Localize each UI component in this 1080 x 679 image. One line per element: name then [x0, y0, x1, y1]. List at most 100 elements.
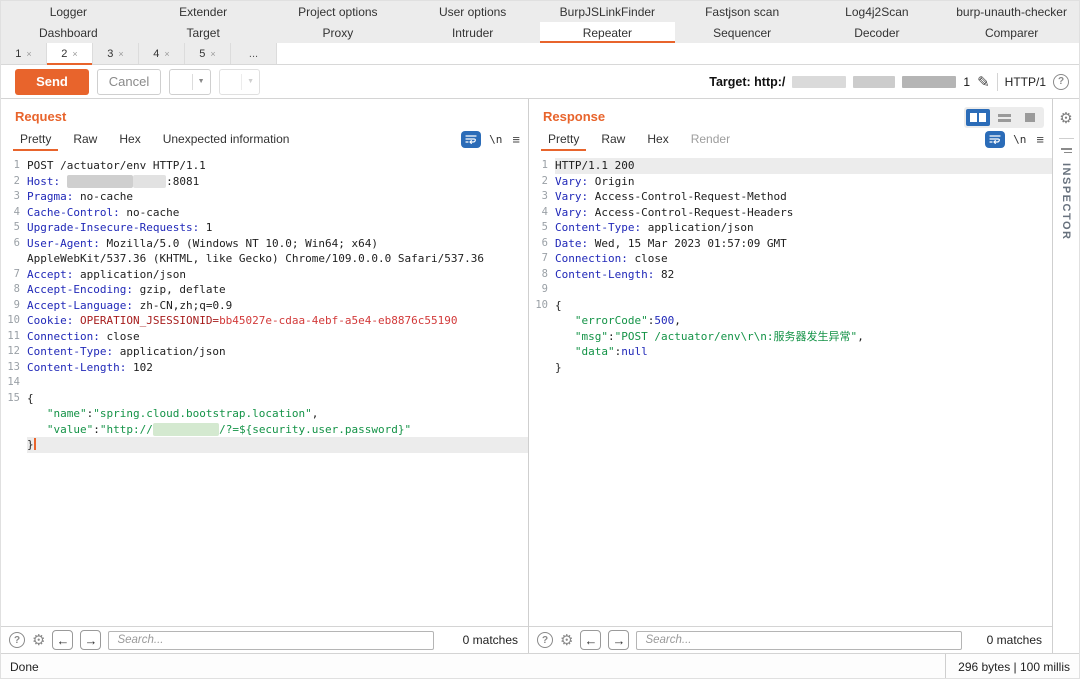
request-tab-unexpected-information[interactable]: Unexpected information [152, 127, 301, 151]
request-search-bar: ? ⚙ ← → 0 matches [1, 626, 528, 653]
show-newlines-icon[interactable]: \n [1013, 133, 1026, 146]
repeater-tab-3[interactable]: 3 × [93, 43, 139, 64]
tab-burpjslinkfinder[interactable]: BurpJSLinkFinder [540, 1, 675, 22]
repeater-tab-4[interactable]: 4 × [139, 43, 185, 64]
code-line: 1 POST /actuator/env HTTP/1.1 [1, 158, 528, 174]
code-line: 10 Cookie: OPERATION_JSESSIONID=bb45027e-… [1, 313, 528, 329]
repeater-tab-label: ... [248, 47, 259, 60]
code-line: 1 HTTP/1.1 200 [529, 158, 1052, 174]
close-tab-icon[interactable]: × [26, 49, 31, 59]
word-wrap-icon[interactable] [985, 130, 1006, 148]
code-line: "msg":"POST /actuator/env\r\n:服务器发生异常", [529, 329, 1052, 345]
editor-menu-icon[interactable]: ≡ [1036, 132, 1044, 147]
repeater-tab-1[interactable]: 1 × [1, 43, 47, 64]
request-title: Request [15, 109, 67, 124]
line-number: 4 [13, 205, 20, 218]
tab-dashboard[interactable]: Dashboard [1, 22, 136, 43]
code-text: Vary: Access-Control-Request-Method [555, 190, 787, 203]
search-prev-button[interactable]: ← [52, 630, 74, 650]
code-line: 4 Vary: Access-Control-Request-Headers [529, 205, 1052, 221]
search-next-button[interactable]: → [608, 630, 630, 650]
line-number [529, 344, 555, 360]
chevron-down-icon[interactable]: ▼ [241, 73, 259, 90]
tab-comparer[interactable]: Comparer [944, 22, 1079, 43]
show-newlines-icon[interactable]: \n [489, 133, 502, 146]
code-line: 8 Accept-Encoding: gzip, deflate [1, 282, 528, 298]
line-number: 12 [7, 345, 20, 357]
rows-layout-icon[interactable] [992, 109, 1016, 126]
editor-menu-icon[interactable]: ≡ [512, 132, 520, 147]
code-text: Accept: application/json [27, 267, 186, 281]
code-text: Content-Length: 102 [27, 360, 153, 374]
close-tab-icon[interactable]: × [164, 49, 169, 59]
response-tab-pretty[interactable]: Pretty [537, 127, 590, 151]
code-text: Cache-Control: no-cache [27, 205, 180, 219]
collapse-panel-icon[interactable] [1060, 148, 1072, 154]
search-next-button[interactable]: → [80, 630, 102, 650]
tab-repeater[interactable]: Repeater [540, 22, 675, 43]
line-number: 7 [541, 252, 548, 264]
divider [996, 72, 998, 91]
request-panel: Request Pretty Raw Hex Unexpected inform… [1, 99, 529, 653]
tab-log4j2scan[interactable]: Log4j2Scan [810, 1, 945, 22]
tab-extender[interactable]: Extender [136, 1, 271, 22]
search-help-icon[interactable]: ? [537, 632, 553, 648]
response-tab-raw[interactable]: Raw [590, 127, 636, 151]
request-editor[interactable]: 1 POST /actuator/env HTTP/1.1 2 Host: :8081… [1, 152, 528, 626]
request-tab-raw[interactable]: Raw [62, 127, 108, 151]
send-button[interactable]: Send [15, 68, 89, 95]
close-tab-icon[interactable]: × [72, 49, 77, 59]
line-number [529, 329, 555, 345]
code-line: 8 Content-Length: 82 [529, 267, 1052, 283]
search-input[interactable] [636, 630, 963, 650]
single-pane-layout-icon[interactable] [1018, 109, 1042, 126]
tab-burp-unauth-checker[interactable]: burp-unauth-checker [944, 1, 1079, 22]
search-settings-icon[interactable]: ⚙ [32, 633, 45, 648]
inspector-label[interactable]: INSPECTOR [1060, 163, 1072, 240]
settings-gear-icon[interactable]: ⚙ [1059, 111, 1072, 126]
search-settings-icon[interactable]: ⚙ [560, 633, 573, 648]
code-line: 9 [529, 282, 1052, 298]
redacted-host-block [792, 75, 847, 88]
repeater-tab-5[interactable]: 5 × [185, 43, 231, 64]
tab-intruder[interactable]: Intruder [405, 22, 540, 43]
redacted-text [66, 174, 133, 188]
request-tab-pretty[interactable]: Pretty [9, 127, 62, 151]
repeater-tab-more[interactable]: ... [231, 43, 277, 64]
close-tab-icon[interactable]: × [210, 49, 215, 59]
tab-user-options[interactable]: User options [405, 1, 540, 22]
response-tab-hex[interactable]: Hex [636, 127, 679, 151]
tab-project-options[interactable]: Project options [271, 1, 406, 22]
code-text: { [555, 298, 562, 312]
tab-logger[interactable]: Logger [1, 1, 136, 22]
http-version-label[interactable]: HTTP/1 [1005, 75, 1046, 89]
code-text: Accept-Language: zh-CN,zh;q=0.9 [27, 298, 233, 312]
tab-target[interactable]: Target [136, 22, 271, 43]
columns-layout-icon[interactable] [966, 109, 990, 126]
word-wrap-icon[interactable] [461, 130, 482, 148]
code-line: 2 Vary: Origin [529, 174, 1052, 190]
tab-proxy[interactable]: Proxy [271, 22, 406, 43]
help-icon[interactable]: ? [1053, 73, 1069, 90]
tab-fastjson-scan[interactable]: Fastjson scan [675, 1, 810, 22]
tab-decoder[interactable]: Decoder [810, 22, 945, 43]
edit-target-icon[interactable]: ✎ [977, 73, 990, 91]
response-editor[interactable]: 1 HTTP/1.1 200 2 Vary: Origin 3 Vary: Access-… [529, 152, 1052, 626]
history-forward-button[interactable]: > ▼ [218, 68, 261, 95]
code-line: "errorCode":500, [529, 313, 1052, 329]
code-line: 6 User-Agent: Mozilla/5.0 (Windows NT 10.… [1, 236, 528, 252]
layout-toggle-group [964, 107, 1044, 128]
code-line: } [529, 360, 1052, 376]
search-help-icon[interactable]: ? [9, 632, 25, 648]
request-tab-hex[interactable]: Hex [108, 127, 151, 151]
tab-sequencer[interactable]: Sequencer [675, 22, 810, 43]
close-tab-icon[interactable]: × [118, 49, 123, 59]
history-back-button[interactable]: < ▼ [169, 68, 211, 95]
cancel-button[interactable]: Cancel [97, 68, 161, 95]
search-prev-button[interactable]: ← [580, 630, 602, 650]
code-line: "name":"spring.cloud.bootstrap.location"… [1, 406, 528, 422]
search-input[interactable] [108, 630, 435, 650]
repeater-tab-2[interactable]: 2 × [47, 43, 93, 65]
chevron-down-icon[interactable]: ▼ [191, 73, 210, 90]
